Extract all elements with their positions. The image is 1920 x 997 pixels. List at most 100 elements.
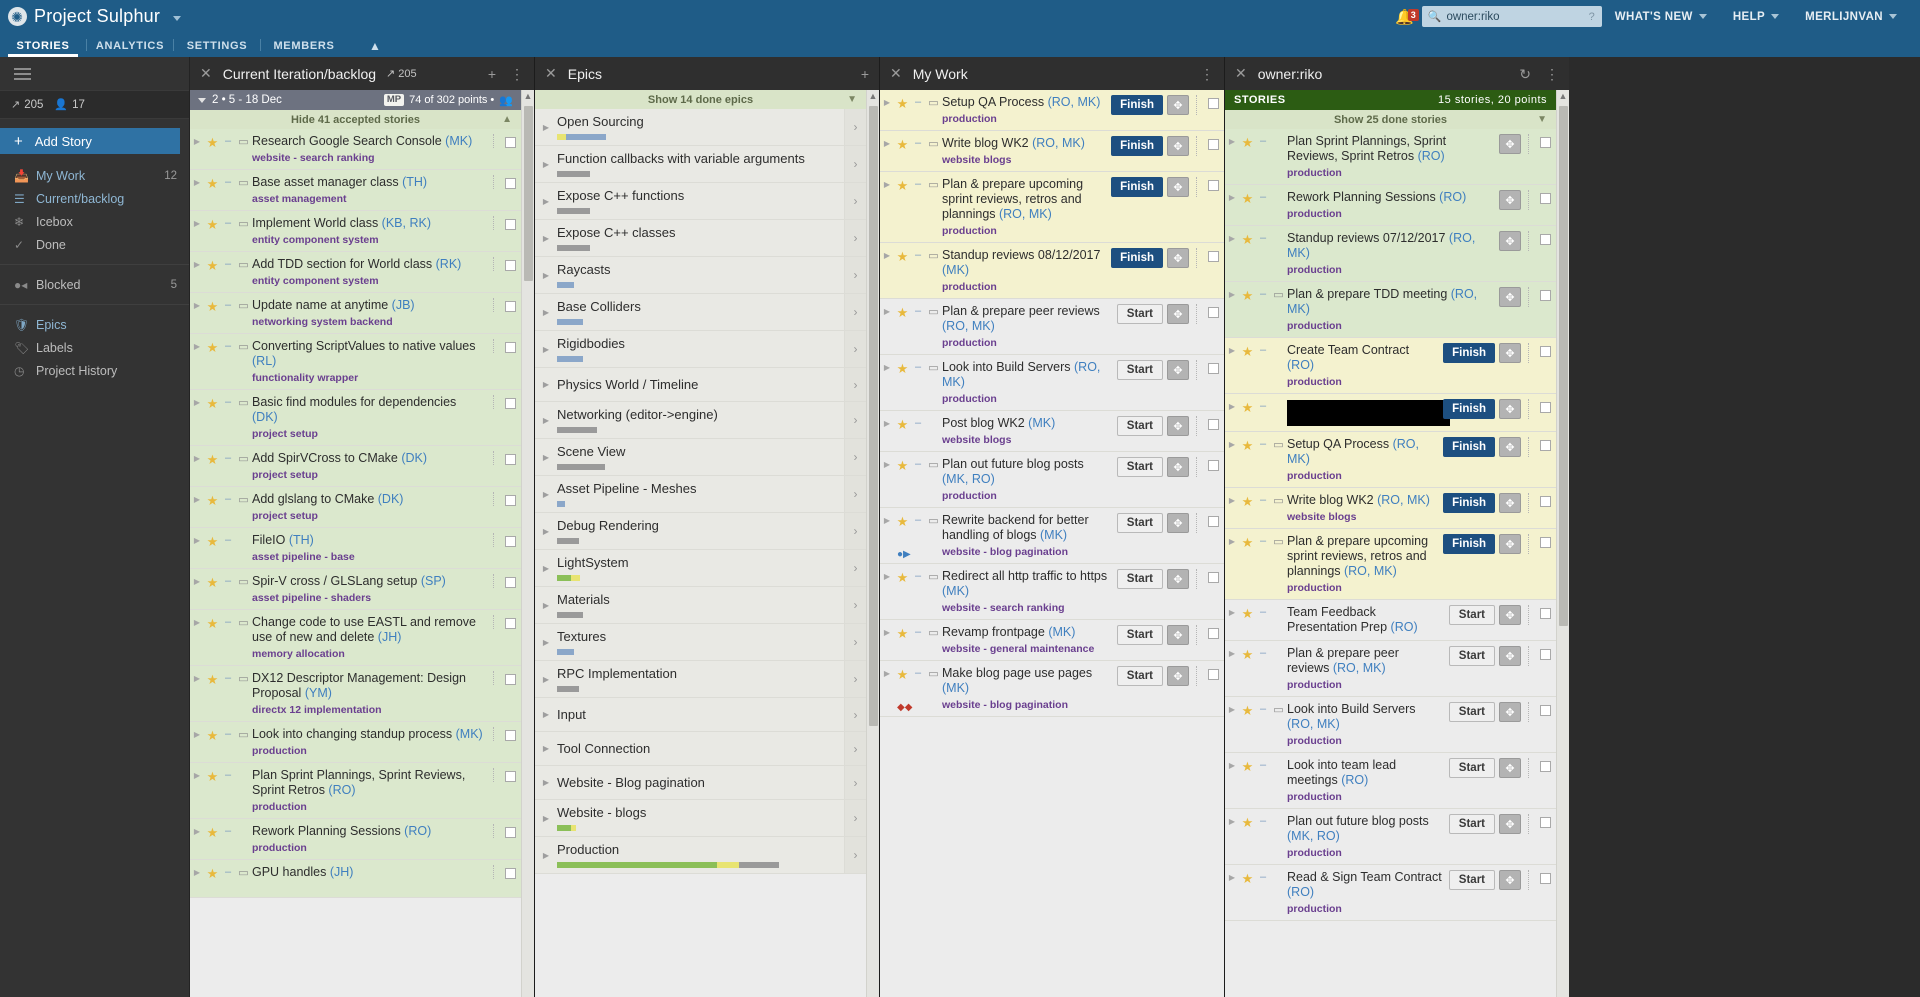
epic-row[interactable]: ▶ Website - Blog pagination ›	[535, 766, 866, 800]
estimate-icon[interactable]: –	[1256, 437, 1270, 450]
epic-row[interactable]: ▶ Base Colliders ›	[535, 294, 866, 331]
open-epic-icon[interactable]: ›	[844, 109, 866, 145]
story-label[interactable]: asset pipeline - shaders	[252, 592, 484, 604]
expand-story-icon[interactable]: ▶	[190, 615, 204, 627]
start-button[interactable]: Start	[1116, 513, 1163, 533]
expand-story-icon[interactable]: ▶	[190, 257, 204, 269]
open-epic-icon[interactable]: ›	[844, 294, 866, 330]
drag-handle[interactable]	[493, 492, 496, 506]
story-label[interactable]: production	[1287, 320, 1493, 332]
drag-handle[interactable]	[1196, 625, 1199, 645]
expand-story-icon[interactable]: ▶	[190, 768, 204, 780]
story-checkbox[interactable]	[1540, 346, 1551, 357]
center-story-icon[interactable]: ✥	[1499, 343, 1521, 363]
expand-epic-icon[interactable]: ▶	[535, 527, 557, 536]
finish-button[interactable]: Finish	[1443, 534, 1495, 554]
story-row[interactable]: ▶ ★ – ▭ Make blog page use pages (MK) website…	[880, 661, 1224, 717]
app-logo[interactable]: ✺	[0, 7, 34, 26]
story-row[interactable]: ▶ ★ – ▭ Converting ScriptValues to native va…	[190, 334, 521, 390]
story-label[interactable]: production	[1287, 735, 1443, 747]
story-label[interactable]: production	[942, 337, 1111, 349]
estimate-icon[interactable]: –	[221, 451, 235, 464]
center-story-icon[interactable]: ✥	[1499, 702, 1521, 722]
scroll-up-icon[interactable]: ▲	[1557, 90, 1569, 103]
expand-epic-icon[interactable]: ▶	[535, 197, 557, 206]
epic-row[interactable]: ▶ Asset Pipeline - Meshes ›	[535, 476, 866, 513]
star-icon[interactable]: ★	[894, 177, 911, 194]
drag-handle[interactable]	[1528, 870, 1531, 890]
story-checkbox[interactable]	[505, 178, 516, 189]
story-row[interactable]: ▶ ★ – ▭ Add TDD section for World class (RK)…	[190, 252, 521, 293]
drag-handle[interactable]	[1528, 231, 1531, 251]
open-epic-icon[interactable]: ›	[844, 698, 866, 731]
open-epic-icon[interactable]: ›	[844, 550, 866, 586]
epic-row[interactable]: ▶ Production ›	[535, 837, 866, 874]
iteration-header[interactable]: 2 • 5 - 18 Dec MP 74 of 302 points • 👥	[190, 90, 521, 110]
center-story-icon[interactable]: ✥	[1499, 231, 1521, 251]
star-icon[interactable]: ★	[894, 360, 911, 377]
start-button[interactable]: Start	[1116, 666, 1163, 686]
star-icon[interactable]: ★	[1239, 231, 1256, 248]
story-row[interactable]: ▶ ★ – ▭ Plan & prepare upcoming sprint revie…	[880, 172, 1224, 243]
expand-epic-icon[interactable]: ▶	[535, 453, 557, 462]
estimate-icon[interactable]: –	[221, 574, 235, 587]
start-button[interactable]: Start	[1448, 814, 1495, 834]
expand-story-icon[interactable]: ▶	[1225, 493, 1239, 505]
expand-epic-icon[interactable]: ▶	[535, 851, 557, 860]
drag-handle[interactable]	[493, 451, 496, 465]
center-story-icon[interactable]: ✥	[1499, 437, 1521, 457]
expand-story-icon[interactable]: ▶	[880, 136, 894, 148]
star-icon[interactable]: ★	[894, 457, 911, 474]
center-story-icon[interactable]: ✥	[1167, 304, 1189, 324]
story-row[interactable]: ▶ ★ – Team Feedback Presentation Prep (RO) S…	[1225, 600, 1556, 641]
story-label[interactable]: production	[942, 281, 1105, 293]
drag-handle[interactable]	[493, 615, 496, 629]
estimate-icon[interactable]: –	[1256, 870, 1270, 883]
story-row[interactable]: ▶ ★ – ▭ Setup QA Process (RO, MK) production F…	[880, 90, 1224, 131]
story-checkbox[interactable]	[1540, 537, 1551, 548]
expand-story-icon[interactable]: ▶	[1225, 190, 1239, 202]
scrollbar-thumb[interactable]	[524, 106, 533, 281]
expand-story-icon[interactable]: ▶	[1225, 605, 1239, 617]
expand-epic-icon[interactable]: ▶	[535, 308, 557, 317]
menu-help[interactable]: HELP	[1720, 0, 1792, 33]
story-checkbox[interactable]	[1540, 817, 1551, 828]
story-label[interactable]: entity component system	[252, 234, 484, 246]
expand-epic-icon[interactable]: ▶	[535, 160, 557, 169]
story-row[interactable]: ▶ ★ – ▭ Look into Build Servers (RO, MK) prod…	[880, 355, 1224, 411]
close-icon[interactable]: ✕	[1235, 65, 1247, 82]
story-label[interactable]: project setup	[252, 510, 484, 522]
drag-handle[interactable]	[1528, 758, 1531, 778]
story-label[interactable]: memory allocation	[252, 648, 484, 660]
estimate-icon[interactable]: –	[1256, 758, 1270, 771]
start-button[interactable]: Start	[1448, 646, 1495, 666]
story-label[interactable]: production	[1287, 847, 1443, 859]
story-label[interactable]: production	[1287, 470, 1437, 482]
story-row[interactable]: ▶ ★ – ▭ Update name at anytime (JB) networkin…	[190, 293, 521, 334]
story-label[interactable]: production	[1287, 264, 1493, 276]
expand-story-icon[interactable]: ▶	[190, 727, 204, 739]
star-icon[interactable]: ★	[204, 533, 221, 550]
expand-epic-icon[interactable]: ▶	[535, 345, 557, 354]
estimate-icon[interactable]: –	[221, 339, 235, 352]
drag-handle[interactable]	[1528, 190, 1531, 210]
story-label[interactable]: website blogs	[942, 434, 1111, 446]
estimate-icon[interactable]: –	[911, 136, 925, 149]
story-row[interactable]: ▶ ★ – Standup reviews 07/12/2017 (RO, MK) pr…	[1225, 226, 1556, 282]
expand-story-icon[interactable]: ▶	[1225, 702, 1239, 714]
drag-handle[interactable]	[493, 671, 496, 685]
epic-row[interactable]: ▶ Function callbacks with variable argume…	[535, 146, 866, 183]
story-checkbox[interactable]	[1540, 705, 1551, 716]
story-row[interactable]: ▶ ★ – Create Team Contract (RO) production Fi…	[1225, 338, 1556, 394]
story-label[interactable]: production	[252, 801, 484, 813]
epic-row[interactable]: ▶ Networking (editor->engine) ›	[535, 402, 866, 439]
expand-epic-icon[interactable]: ▶	[535, 675, 557, 684]
estimate-icon[interactable]: –	[221, 134, 235, 147]
finish-button[interactable]: Finish	[1111, 95, 1163, 115]
drag-handle[interactable]	[493, 175, 496, 189]
expand-epic-icon[interactable]: ▶	[535, 778, 557, 787]
toggle-done-stories[interactable]: Show 25 done stories ▼	[1225, 110, 1556, 129]
start-button[interactable]: Start	[1116, 416, 1163, 436]
open-epic-icon[interactable]: ›	[844, 800, 866, 836]
star-icon[interactable]: ★	[204, 574, 221, 591]
